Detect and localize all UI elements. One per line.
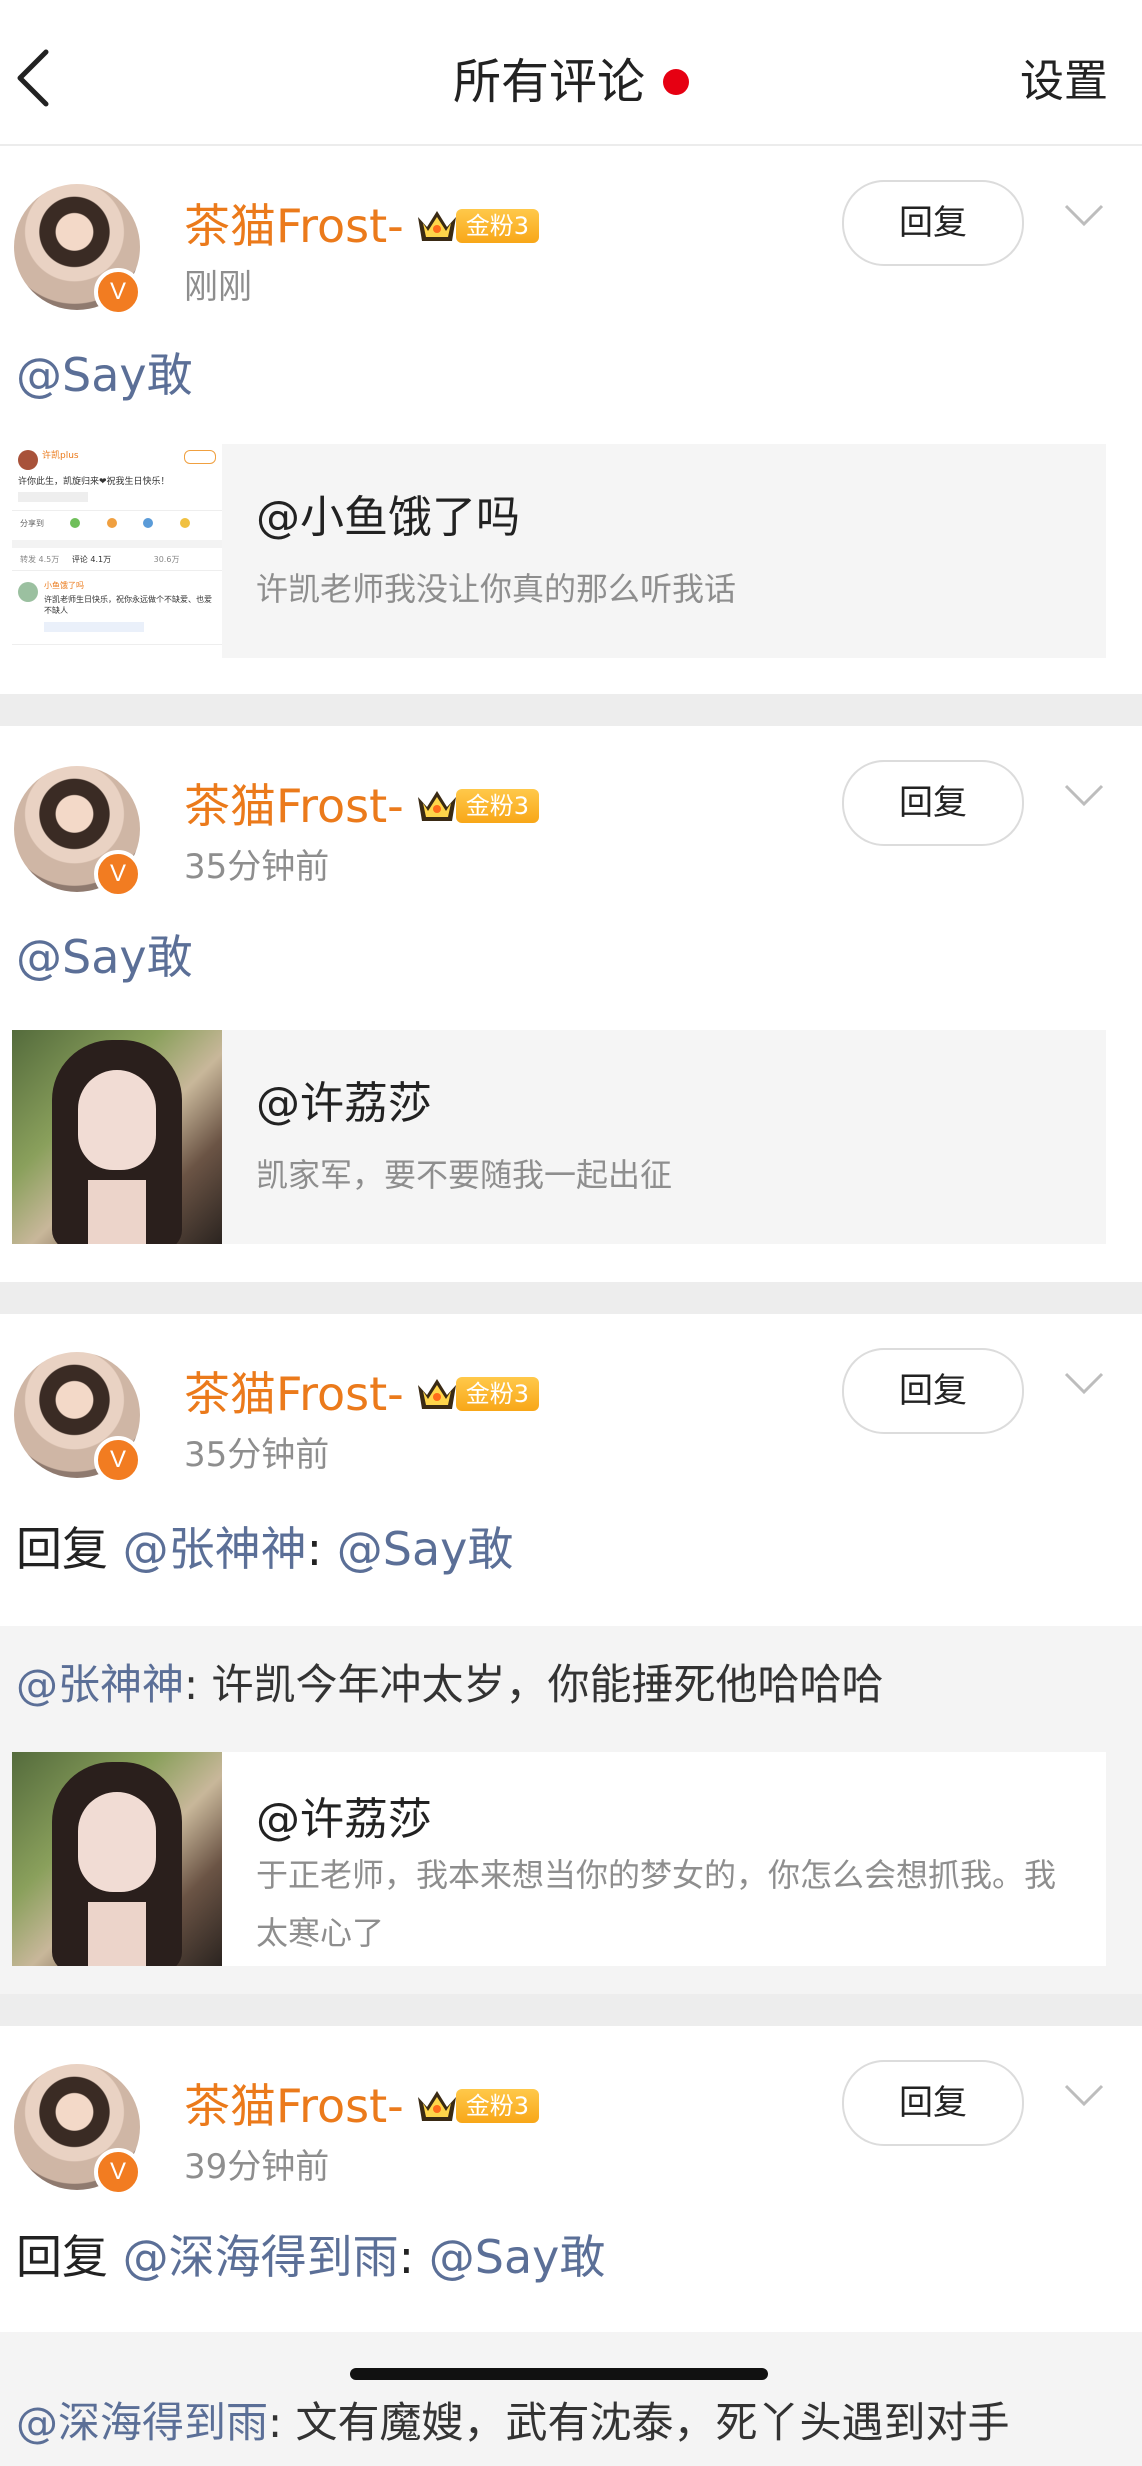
chevron-down-icon[interactable] <box>1062 1368 1106 1398</box>
comment-text: @Say敢 <box>16 922 193 992</box>
mention-link[interactable]: @Say敢 <box>337 1522 514 1576</box>
chevron-down-icon[interactable] <box>1062 2080 1106 2110</box>
quoted-post[interactable]: 许凯plus 许你此生，凯旋归来❤祝我生日快乐！ 分享到 转发 4.5万 评论 … <box>12 444 1106 658</box>
parent-comment-text: @张神神: 许凯今年冲太岁，你能捶死他哈哈哈 <box>16 1650 884 1720</box>
quoted-post-author: @许荔莎 <box>256 1794 432 1845</box>
section-divider <box>0 694 1142 726</box>
comment-card: V 茶猫Frost- 金粉3 35分钟前 回复 @Say敢 @许荔莎 凯家军，要… <box>0 726 1142 1282</box>
reply-colon: : <box>398 2230 429 2284</box>
comment-card: V 茶猫Frost- 金粉3 35分钟前 回复 回复 @张神神: @Say敢 @… <box>0 1314 1142 1994</box>
timestamp: 35分钟前 <box>184 1435 330 1475</box>
reply-button[interactable]: 回复 <box>842 180 1024 266</box>
user-info: 茶猫Frost- 金粉3 <box>184 1364 540 1424</box>
verified-icon: V <box>94 268 142 316</box>
quoted-post[interactable]: @许荔莎 凯家军，要不要随我一起出征 <box>12 1030 1106 1244</box>
quoted-post[interactable]: @许荔莎 于正老师，我本来想当你的梦女的，你怎么会想抓我。我太寒心了 <box>12 1752 1106 1966</box>
comment-text: 回复 @深海得到雨: @Say敢 <box>16 2222 605 2292</box>
timestamp: 35分钟前 <box>184 847 330 887</box>
parent-comment[interactable]: @深海得到雨: 文有魔嫂，武有沈泰，死丫头遇到对手 <box>0 2332 1142 2466</box>
thumb-repost-count: 转发 4.5万 <box>20 555 60 564</box>
section-divider <box>0 1282 1142 1314</box>
quoted-post-thumbnail: 许凯plus 许你此生，凯旋归来❤祝我生日快乐！ 分享到 转发 4.5万 评论 … <box>12 444 222 658</box>
parent-mention[interactable]: @深海得到雨 <box>16 2398 268 2447</box>
thumb-comment: 许凯老师生日快乐，祝你永远做个不缺爱、也爱不缺人 <box>44 595 212 615</box>
crown-icon <box>417 211 456 241</box>
user-info: 茶猫Frost- 金粉3 <box>184 196 540 256</box>
quoted-post-thumbnail <box>12 1030 222 1244</box>
avatar[interactable]: V <box>14 1352 142 1484</box>
crown-icon <box>417 791 456 821</box>
quoted-post-text: 许凯老师我没让你真的那么听我话 <box>256 570 737 608</box>
quoted-post-thumbnail <box>12 1752 222 1966</box>
mention-link[interactable]: @Say敢 <box>16 348 193 402</box>
thumb-username: 许凯plus <box>42 451 79 461</box>
thumb-like-count: 30.6万 <box>153 555 180 564</box>
thumb-comment-count: 评论 4.1万 <box>71 555 112 564</box>
screenshot-thumbnail: 许凯plus 许你此生，凯旋归来❤祝我生日快乐！ 分享到 转发 4.5万 评论 … <box>12 444 222 658</box>
parent-comment-body: : 许凯今年冲太岁，你能捶死他哈哈哈 <box>184 1660 884 1709</box>
parent-comment[interactable]: @张神神: 许凯今年冲太岁，你能捶死他哈哈哈 @许荔莎 于正老师，我本来想当你的… <box>0 1626 1142 1994</box>
verified-icon: V <box>94 850 142 898</box>
quoted-post-text: 凯家军，要不要随我一起出征 <box>256 1156 673 1194</box>
avatar[interactable]: V <box>14 184 142 316</box>
quoted-post-text: 于正老师，我本来想当你的梦女的，你怎么会想抓我。我太寒心了 <box>256 1856 1057 1952</box>
crown-icon <box>417 2091 456 2121</box>
username[interactable]: 茶猫Frost- <box>184 196 404 256</box>
username[interactable]: 茶猫Frost- <box>184 1364 404 1424</box>
quoted-post-author: @小鱼饿了吗 <box>256 492 520 543</box>
comment-text: 回复 @张神神: @Say敢 <box>16 1514 513 1584</box>
username[interactable]: 茶猫Frost- <box>184 2076 404 2136</box>
notification-dot <box>663 69 689 95</box>
reply-to-mention[interactable]: @张神神 <box>123 1522 307 1576</box>
mention-link[interactable]: @Say敢 <box>429 2230 606 2284</box>
crown-icon <box>417 1379 456 1409</box>
fan-level-badge: 金粉3 <box>455 209 540 243</box>
reply-prefix: 回复 <box>16 1522 123 1576</box>
fan-level-badge: 金粉3 <box>455 1377 540 1411</box>
chevron-down-icon[interactable] <box>1062 200 1106 230</box>
portrait-photo <box>12 1752 222 1966</box>
thumb-post-text: 许你此生，凯旋归来❤祝我生日快乐！ <box>18 477 170 487</box>
chevron-down-icon[interactable] <box>1062 780 1106 810</box>
verified-icon: V <box>94 1436 142 1484</box>
parent-mention[interactable]: @张神神 <box>16 1660 184 1709</box>
avatar[interactable]: V <box>14 766 142 898</box>
thumb-commenter: 小鱼饿了吗 <box>44 581 84 590</box>
page-title-wrap: 所有评论 <box>0 44 1142 117</box>
username[interactable]: 茶猫Frost- <box>184 776 404 836</box>
verified-icon: V <box>94 2148 142 2196</box>
fan-level-badge: 金粉3 <box>455 2089 540 2123</box>
settings-button[interactable]: 设置 <box>1020 50 1108 114</box>
thumb-share: 分享到 <box>20 519 44 528</box>
section-divider <box>0 1994 1142 2026</box>
timestamp: 刚刚 <box>184 267 252 307</box>
reply-prefix: 回复 <box>16 2230 123 2284</box>
user-info: 茶猫Frost- 金粉3 <box>184 2076 540 2136</box>
mention-link[interactable]: @Say敢 <box>16 930 193 984</box>
top-navigation-bar: 所有评论 设置 <box>0 0 1142 146</box>
parent-comment-body: : 文有魔嫂，武有沈泰，死丫头遇到对手 <box>268 2398 1010 2447</box>
portrait-photo <box>12 1030 222 1244</box>
reply-button[interactable]: 回复 <box>842 2060 1024 2146</box>
quoted-post-author: @许荔莎 <box>256 1078 432 1129</box>
reply-button[interactable]: 回复 <box>842 1348 1024 1434</box>
reply-button[interactable]: 回复 <box>842 760 1024 846</box>
reply-colon: : <box>306 1522 337 1576</box>
fan-level-badge: 金粉3 <box>455 789 540 823</box>
timestamp: 39分钟前 <box>184 2147 330 2187</box>
user-info: 茶猫Frost- 金粉3 <box>184 776 540 836</box>
comment-card: V 茶猫Frost- 金粉3 39分钟前 回复 回复 @深海得到雨: @Say敢… <box>0 2026 1142 2466</box>
page-title: 所有评论 <box>452 54 645 110</box>
parent-comment-text: @深海得到雨: 文有魔嫂，武有沈泰，死丫头遇到对手 <box>16 2388 1010 2458</box>
comment-card: V 茶猫Frost- 金粉3 刚刚 回复 @Say敢 许凯plus 许你此生，凯… <box>0 146 1142 694</box>
home-indicator[interactable] <box>350 2368 768 2380</box>
reply-to-mention[interactable]: @深海得到雨 <box>123 2230 399 2284</box>
avatar[interactable]: V <box>14 2064 142 2196</box>
comment-feed: V 茶猫Frost- 金粉3 刚刚 回复 @Say敢 许凯plus 许你此生，凯… <box>0 146 1142 2466</box>
comment-text: @Say敢 <box>16 340 193 410</box>
